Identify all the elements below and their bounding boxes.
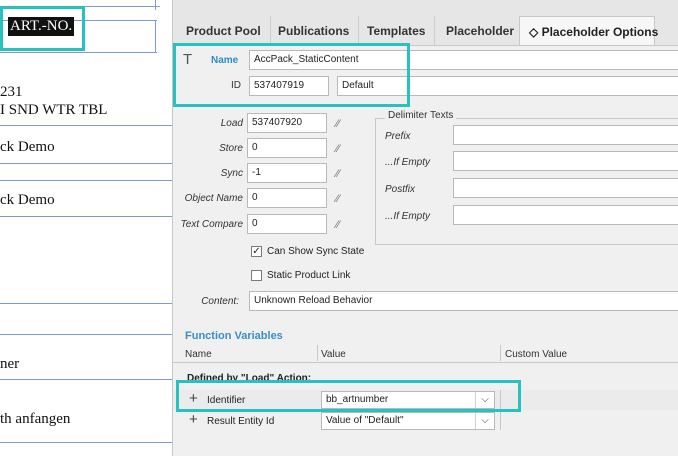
doc-text-line[interactable]: I SND WTR TBL xyxy=(0,102,107,119)
id-label: ID xyxy=(231,80,241,91)
content-label: Content: xyxy=(201,296,239,307)
link-icon[interactable]: ⁄⁄ xyxy=(336,118,340,130)
frame-line xyxy=(0,180,175,181)
frame-line xyxy=(0,334,175,335)
frame-line xyxy=(0,442,175,443)
art-no-placeholder[interactable]: ART.-NO. xyxy=(8,17,75,36)
tab-label: Placeholder xyxy=(446,24,515,38)
doc-text-line[interactable]: ck Demo xyxy=(0,192,55,209)
delimiter-title: Delimiter Texts xyxy=(385,110,457,121)
name-label: Name xyxy=(211,55,239,66)
doc-text-line[interactable]: 231 xyxy=(0,84,23,101)
sync-field[interactable]: -1 xyxy=(247,163,327,183)
doc-text-line[interactable]: ner xyxy=(0,356,19,373)
if-empty-field[interactable] xyxy=(453,151,678,171)
can-show-sync-state-label: Can Show Sync State xyxy=(267,246,365,257)
variable-value-dropdown[interactable]: Value of "Default" ⌵ xyxy=(321,412,495,430)
tab-label: Publications xyxy=(278,24,350,38)
load-label: Load xyxy=(220,118,243,129)
default-field[interactable]: Default xyxy=(337,76,678,96)
if-empty-postfix-label: ...If Empty xyxy=(385,211,431,222)
diamond-icon: ◇ xyxy=(529,25,539,39)
frame-line xyxy=(0,163,175,164)
text-type-icon: T xyxy=(183,51,193,68)
defined-by-load-label: Defined by "Load" Action: xyxy=(187,373,312,384)
doc-text-line[interactable]: ck Demo xyxy=(0,139,55,156)
placeholder-options-panel: Product Pool Publications Templates Plac… xyxy=(172,0,678,456)
tab-label: Templates xyxy=(367,24,426,38)
header-divider xyxy=(173,362,678,363)
postfix-field[interactable] xyxy=(453,178,678,198)
content-field[interactable]: Unknown Reload Behavior xyxy=(249,291,678,311)
tab-label: Product Pool xyxy=(186,24,261,38)
frame-line xyxy=(0,216,175,217)
chevron-down-icon[interactable]: ⌵ xyxy=(475,413,494,429)
prefix-field[interactable] xyxy=(453,125,678,145)
frame-line xyxy=(0,303,175,304)
object-name-label: Object Name xyxy=(184,193,243,204)
tab-product-pool[interactable]: Product Pool xyxy=(177,16,271,45)
frame-line xyxy=(0,125,175,126)
variable-name: Result Entity Id xyxy=(207,416,275,427)
art-no-highlight: ART.-NO. xyxy=(0,6,85,51)
col-value-header[interactable]: Value xyxy=(321,349,346,360)
can-show-sync-state-checkbox[interactable]: ✓ xyxy=(251,246,262,257)
col-name-header[interactable]: Name xyxy=(185,349,212,360)
static-product-link-checkbox[interactable] xyxy=(251,270,262,281)
chevron-down-icon[interactable]: ⌵ xyxy=(475,392,494,408)
function-variables-title: Function Variables xyxy=(185,330,283,342)
tab-bar: Product Pool Publications Templates Plac… xyxy=(173,0,678,46)
link-icon[interactable]: ⁄⁄ xyxy=(336,143,340,155)
frame-line xyxy=(0,52,157,53)
tab-label: Placeholder Options xyxy=(541,25,659,39)
plus-icon[interactable]: + xyxy=(189,390,198,407)
object-name-field[interactable]: 0 xyxy=(247,188,327,208)
link-icon[interactable]: ⁄⁄ xyxy=(336,193,340,205)
text-compare-field[interactable]: 0 xyxy=(247,214,327,234)
document-canvas: ART.-NO. 231 I SND WTR TBL ck Demo ck De… xyxy=(0,0,175,456)
name-field[interactable]: AccPack_StaticContent xyxy=(249,50,678,70)
tab-templates[interactable]: Templates xyxy=(358,16,436,45)
if-empty-label: ...If Empty xyxy=(385,157,431,168)
store-label: Store xyxy=(219,143,243,154)
static-product-link-label: Static Product Link xyxy=(267,270,351,281)
store-field[interactable]: 0 xyxy=(247,138,327,158)
postfix-label: Postfix xyxy=(385,184,416,195)
column-separator xyxy=(500,345,501,361)
sync-label: Sync xyxy=(220,168,243,179)
if-empty-postfix-field[interactable] xyxy=(453,205,678,225)
frame-line xyxy=(155,0,156,10)
link-icon[interactable]: ⁄⁄ xyxy=(336,219,340,231)
prefix-label: Prefix xyxy=(385,131,411,142)
doc-text-line[interactable]: th anfangen xyxy=(0,411,70,428)
column-separator xyxy=(317,345,318,361)
plus-icon[interactable]: + xyxy=(189,411,198,428)
variable-name: Identifier xyxy=(207,395,246,406)
column-separator xyxy=(500,390,501,430)
col-custom-header[interactable]: Custom Value xyxy=(505,349,567,360)
link-icon[interactable]: ⁄⁄ xyxy=(336,168,340,180)
dropdown-value: Value of "Default" xyxy=(326,415,404,426)
tab-publications[interactable]: Publications xyxy=(269,16,360,45)
id-field[interactable]: 537407919 xyxy=(249,76,329,96)
text-compare-label: Text Compare xyxy=(180,219,243,230)
frame-line xyxy=(0,379,175,380)
tab-placeholder[interactable]: Placeholder xyxy=(437,16,525,45)
load-field[interactable]: 537407920 xyxy=(247,113,327,133)
frame-line xyxy=(155,20,156,53)
variable-value-dropdown[interactable]: bb_artnumber ⌵ xyxy=(321,391,495,409)
tab-placeholder-options[interactable]: ◇ Placeholder Options xyxy=(519,16,658,45)
dropdown-value: bb_artnumber xyxy=(326,394,389,405)
